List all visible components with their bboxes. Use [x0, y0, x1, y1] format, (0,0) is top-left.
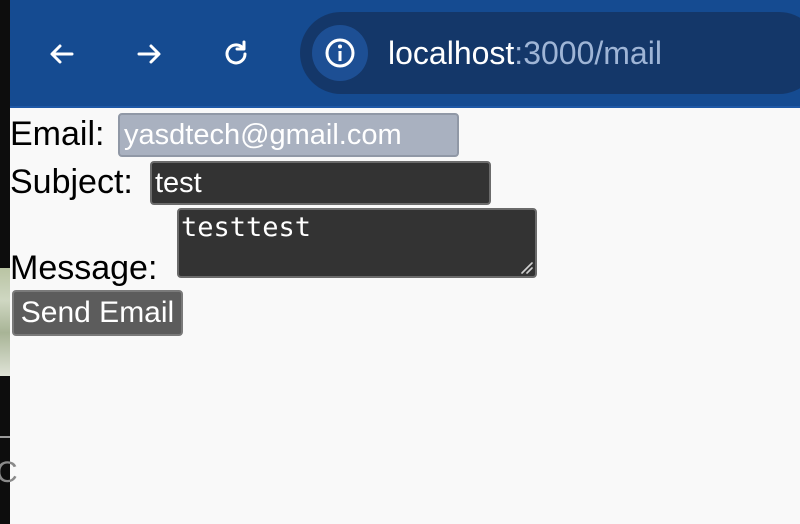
info-circle-icon: [325, 38, 355, 68]
left-window-edge: C: [0, 0, 18, 524]
message-label: Message:: [10, 249, 158, 287]
mail-form: Email: yasdtech@gmail.com Subject: test …: [10, 110, 800, 524]
email-label: Email:: [10, 115, 105, 153]
email-field[interactable]: yasdtech@gmail.com: [118, 113, 459, 157]
reload-icon: [225, 40, 247, 65]
site-info-button[interactable]: [312, 25, 368, 81]
browser-toolbar: localhost:3000/mail: [10, 0, 800, 108]
resize-handle-icon[interactable]: [519, 260, 533, 274]
back-button[interactable]: [38, 30, 86, 78]
url-path: :3000/mail: [514, 35, 662, 71]
address-bar[interactable]: localhost:3000/mail: [300, 12, 800, 94]
background-window-glyph: C: [0, 456, 18, 489]
arrow-left-icon: [50, 44, 74, 64]
subject-label: Subject:: [10, 163, 133, 201]
message-text: testtest: [181, 212, 312, 243]
background-window-thumbnail: [0, 268, 10, 376]
background-window-divider: [0, 436, 10, 438]
send-email-button[interactable]: Send Email: [12, 290, 183, 336]
message-textarea[interactable]: testtest: [177, 208, 537, 278]
reload-button[interactable]: [212, 30, 260, 78]
url-text[interactable]: localhost:3000/mail: [388, 33, 662, 73]
arrow-right-icon: [137, 44, 161, 64]
forward-button[interactable]: [125, 30, 173, 78]
url-host: localhost: [388, 35, 515, 71]
subject-field[interactable]: test: [150, 161, 491, 205]
